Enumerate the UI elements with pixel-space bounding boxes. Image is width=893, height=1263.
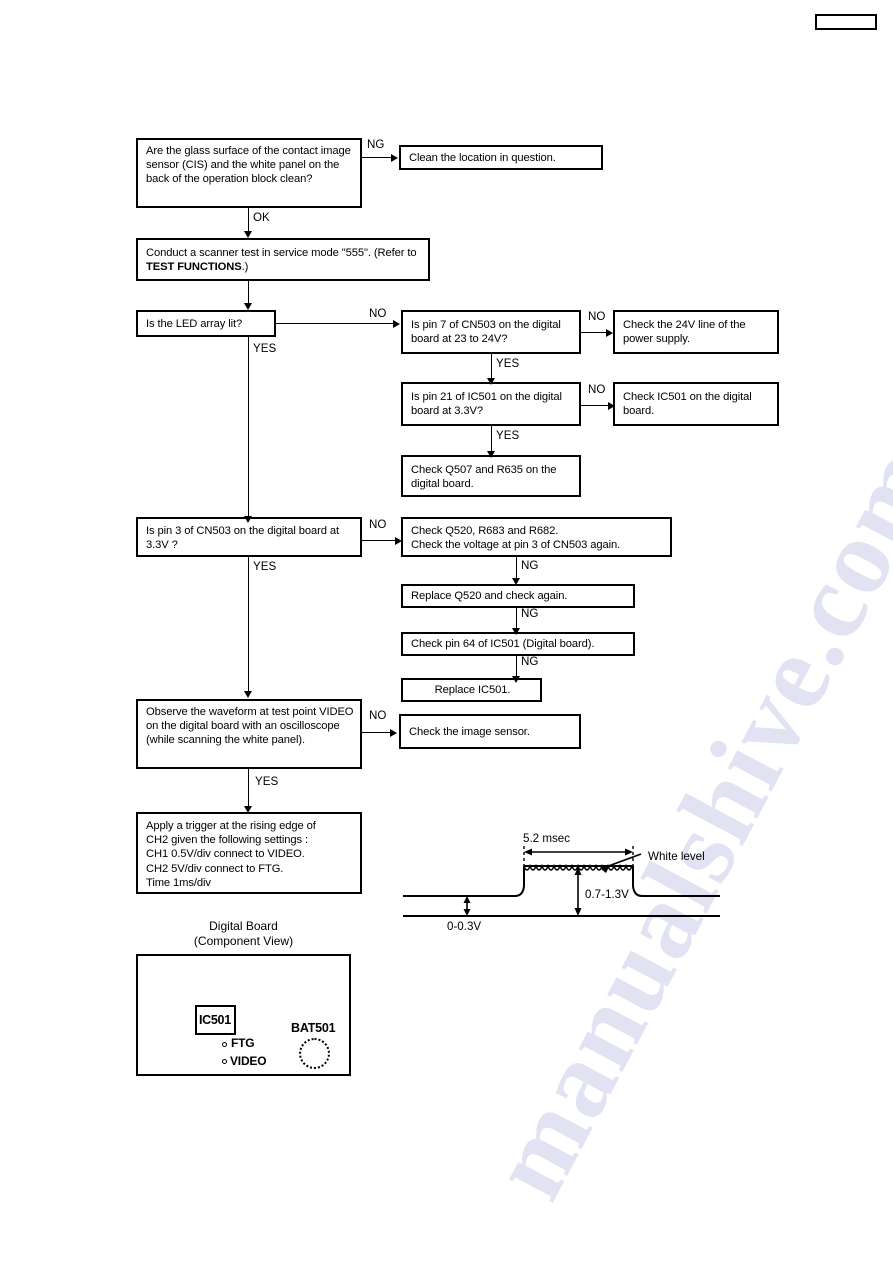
branch-label-yes-led: YES: [253, 342, 277, 355]
node-observe-waveform: Observe the waveform at test point VIDEO…: [136, 699, 362, 769]
branch-label-no-pin3: NO: [369, 518, 387, 531]
node-replace-q520: Replace Q520 and check again.: [401, 584, 635, 608]
node-check-q520-r683-r682: Check Q520, R683 and R682. Check the vol…: [401, 517, 672, 557]
branch-label-ng-top: NG: [367, 138, 385, 151]
branch-label-no-pin7: NO: [588, 310, 606, 323]
node-trigger-settings: Apply a trigger at the rising edge of CH…: [136, 812, 362, 894]
arrowhead-no-led: [393, 319, 400, 328]
board-bat501-label: BAT501: [291, 1021, 336, 1035]
connector-ok: [248, 208, 249, 231]
board-ic501-chip: IC501: [195, 1005, 236, 1035]
branch-label-no-waveform: NO: [369, 709, 387, 722]
arrowhead-ok: [244, 231, 252, 238]
testpoint-video-label: VIDEO: [230, 1054, 267, 1068]
scanner-test-text-bold: TEST FUNCTIONS: [146, 261, 242, 274]
connector-yes-pin7: [491, 354, 492, 378]
branch-label-ng-replaceq520: NG: [521, 607, 539, 620]
branch-label-ng-pin64: NG: [521, 655, 539, 668]
connector-no-pin3: [362, 540, 397, 541]
waveform-baseline-label: 0-0.3V: [447, 920, 482, 933]
testpoint-ftg-label: FTG: [231, 1036, 255, 1050]
testpoint-ftg-dot: [222, 1042, 227, 1047]
board-caption-line2: (Component View): [193, 933, 294, 948]
connector-ng-top: [362, 157, 393, 158]
connector-yes-led: [248, 337, 249, 516]
connector-yes-waveform: [248, 769, 249, 806]
branch-label-yes-waveform: YES: [255, 775, 279, 788]
board-bat501-circle: [299, 1038, 330, 1069]
branch-label-no-pin21: NO: [588, 383, 606, 396]
waveform-white-level-label: White level: [648, 850, 705, 863]
branch-label-ng-q520: NG: [521, 559, 539, 572]
page-header-box: [815, 14, 877, 30]
scanner-test-text-before: Conduct a scanner test in service mode "…: [146, 247, 417, 259]
branch-label-ok: OK: [253, 211, 270, 224]
node-check-q507-r635: Check Q507 and R635 on the digital board…: [401, 455, 581, 497]
node-pin3-cn503: Is pin 3 of CN503 on the digital board a…: [136, 517, 362, 557]
connector-to-led: [248, 281, 249, 303]
board-caption-line1: Digital Board: [209, 919, 278, 933]
arrowhead-yes-pin3: [244, 691, 252, 698]
arrowhead-ng-top: [391, 153, 398, 162]
branch-label-yes-pin21: YES: [496, 429, 520, 442]
service-manual-page: manualshive.com Are the glass surface of…: [0, 0, 893, 1263]
waveform-duration-label: 5.2 msec: [523, 832, 571, 845]
connector-yes-pin21: [491, 426, 492, 451]
connector-no-led: [276, 323, 395, 324]
testpoint-video-dot: [222, 1059, 227, 1064]
node-led-array-lit: Is the LED array lit?: [136, 310, 276, 337]
node-check-ic501-digital: Check IC501 on the digital board.: [613, 382, 779, 426]
connector-no-waveform: [362, 732, 392, 733]
arrowhead-to-led: [244, 303, 252, 310]
connector-ng-replaceq520: [516, 608, 517, 628]
node-check-pin64-ic501: Check pin 64 of IC501 (Digital board).: [401, 632, 635, 656]
connector-yes-pin3: [248, 557, 249, 691]
branch-label-yes-pin7: YES: [496, 357, 520, 370]
connector-ng-q520: [516, 557, 517, 578]
board-caption: Digital Board (Component View): [136, 919, 351, 948]
connector-no-pin7: [581, 332, 608, 333]
waveform-amplitude-label: 0.7-1.3V: [585, 888, 629, 901]
waveform-diagram: 5.2 msec White level 0.7-1.3V 0-0.3V: [395, 832, 735, 944]
node-check-image-sensor: Check the image sensor.: [399, 714, 581, 749]
node-scanner-test: Conduct a scanner test in service mode "…: [136, 238, 430, 281]
node-check-24v-line: Check the 24V line of the power supply.: [613, 310, 779, 354]
arrowhead-no-waveform: [390, 728, 397, 737]
connector-no-pin21: [581, 405, 610, 406]
connector-ng-pin64: [516, 656, 517, 676]
branch-label-no-led: NO: [369, 307, 387, 320]
node-replace-ic501: Replace IC501.: [401, 678, 542, 702]
node-pin7-cn503: Is pin 7 of CN503 on the digital board a…: [401, 310, 581, 354]
arrowhead-no-pin7: [606, 328, 613, 337]
node-cis-clean-check: Are the glass surface of the contact ima…: [136, 138, 362, 208]
scanner-test-text-after: .): [241, 261, 249, 274]
branch-label-yes-pin3: YES: [253, 560, 277, 573]
node-clean-location: Clean the location in question.: [399, 145, 603, 170]
node-pin21-ic501: Is pin 21 of IC501 on the digital board …: [401, 382, 581, 426]
